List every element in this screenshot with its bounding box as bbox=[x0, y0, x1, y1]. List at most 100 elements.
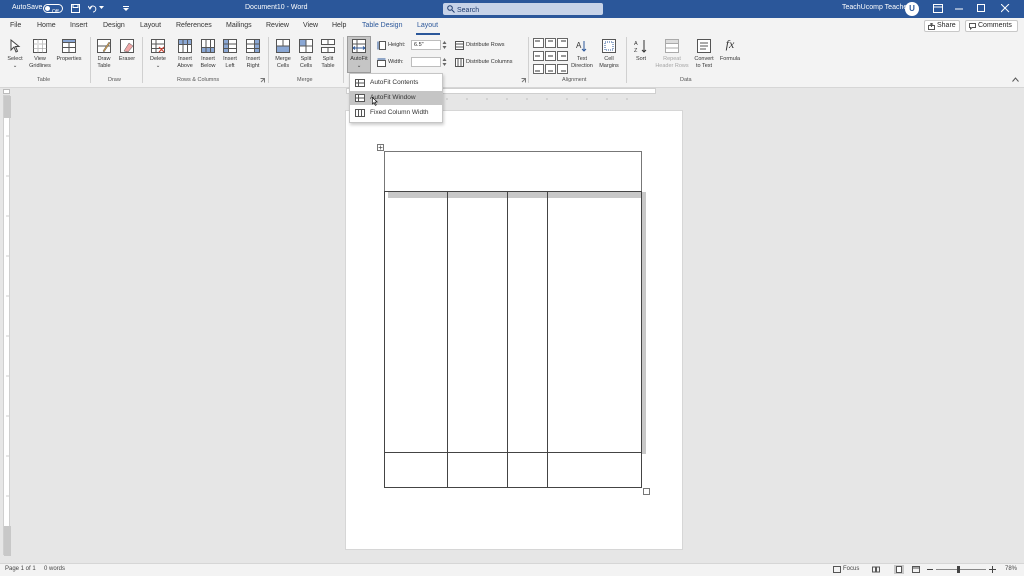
menu-item-fixed-column-width[interactable]: Fixed Column Width bbox=[350, 106, 442, 120]
undo-dropdown-icon[interactable] bbox=[99, 6, 104, 10]
text-direction-button[interactable]: Text Direction bbox=[568, 56, 596, 70]
split-cells-icon bbox=[299, 39, 313, 53]
insert-right-icon bbox=[246, 39, 260, 53]
convert-to-text-button[interactable]: Convert to Text bbox=[692, 56, 716, 70]
web-layout-icon[interactable] bbox=[912, 566, 920, 573]
distribute-columns-icon bbox=[455, 58, 464, 67]
autofit-contents-icon bbox=[355, 79, 365, 87]
insert-left-label-2: Left bbox=[225, 63, 235, 69]
group-rows-columns-label: Rows & Columns bbox=[177, 77, 220, 83]
table-resize-handle[interactable] bbox=[643, 488, 650, 495]
customize-qat-icon[interactable] bbox=[123, 6, 129, 11]
zoom-level[interactable]: 78% bbox=[1005, 566, 1017, 572]
draw-table-button[interactable]: Draw Table bbox=[93, 56, 115, 70]
menu-item-autofit-contents[interactable]: AutoFit Contents bbox=[350, 76, 442, 90]
comments-button[interactable]: Comments bbox=[965, 20, 1018, 32]
autosave-toggle[interactable]: Off bbox=[43, 4, 63, 15]
maximize-icon[interactable] bbox=[977, 4, 986, 13]
insert-left-button[interactable]: Insert Left bbox=[219, 56, 241, 70]
distribute-rows-button[interactable]: Distribute Rows bbox=[466, 42, 505, 49]
cell-margins-icon bbox=[602, 39, 616, 53]
repeat-header-label-1: Repeat bbox=[663, 56, 681, 62]
tab-table-layout[interactable]: Layout bbox=[417, 22, 438, 29]
table-row-bottom[interactable] bbox=[384, 452, 642, 488]
menu-item-label: Fixed Column Width bbox=[370, 109, 429, 116]
width-spinner-icon[interactable] bbox=[442, 57, 447, 67]
vertical-ruler[interactable] bbox=[3, 95, 11, 556]
zoom-out-icon[interactable] bbox=[927, 566, 933, 573]
close-icon[interactable] bbox=[1001, 4, 1010, 13]
tab-view[interactable]: View bbox=[303, 22, 318, 29]
tab-help[interactable]: Help bbox=[332, 22, 346, 29]
table-move-handle[interactable] bbox=[377, 144, 384, 151]
tab-table-design[interactable]: Table Design bbox=[362, 22, 402, 29]
table-row-body[interactable] bbox=[384, 191, 642, 453]
draw-table-label-1: Draw bbox=[97, 56, 111, 62]
menu-item-autofit-window[interactable]: AutoFit Window bbox=[350, 91, 442, 106]
dialog-launcher-icon[interactable] bbox=[260, 78, 265, 83]
read-mode-icon[interactable] bbox=[872, 566, 880, 573]
tab-selector[interactable] bbox=[3, 89, 10, 94]
height-spinner-icon[interactable] bbox=[442, 40, 447, 50]
tab-home[interactable]: Home bbox=[37, 22, 56, 29]
distribute-columns-button[interactable]: Distribute Columns bbox=[466, 59, 512, 66]
zoom-slider[interactable] bbox=[936, 569, 986, 570]
insert-below-icon bbox=[201, 39, 215, 53]
zoom-slider-thumb[interactable] bbox=[957, 566, 960, 573]
tab-layout[interactable]: Layout bbox=[140, 22, 161, 29]
select-dropdown-caret: ⌄ bbox=[12, 63, 18, 69]
comments-label: Comments bbox=[978, 22, 1012, 29]
svg-text:A: A bbox=[576, 41, 582, 50]
page-count[interactable]: Page 1 of 1 bbox=[5, 566, 36, 572]
properties-button[interactable]: Properties bbox=[54, 56, 84, 63]
zoom-in-icon[interactable] bbox=[989, 566, 996, 573]
status-bar: Page 1 of 1 0 words Focus 78% bbox=[0, 563, 1024, 576]
undo-icon[interactable] bbox=[88, 4, 98, 13]
sort-button[interactable]: Sort bbox=[630, 56, 652, 63]
ribbon-display-icon[interactable] bbox=[933, 4, 943, 13]
cell-margins-button[interactable]: Cell Margins bbox=[596, 56, 622, 70]
select-button[interactable]: Select ⌄ bbox=[4, 56, 26, 70]
tab-insert[interactable]: Insert bbox=[70, 22, 88, 29]
insert-below-button[interactable]: Insert Below bbox=[196, 56, 220, 70]
focus-button[interactable]: Focus bbox=[843, 566, 859, 572]
insert-above-button[interactable]: Insert Above bbox=[174, 56, 196, 70]
split-table-button[interactable]: Split Table bbox=[317, 56, 339, 70]
formula-button[interactable]: Formula bbox=[716, 56, 744, 63]
collapse-ribbon-icon[interactable] bbox=[1012, 77, 1019, 82]
delete-dropdown-caret: ⌄ bbox=[155, 63, 161, 69]
alignment-buttons-icon[interactable] bbox=[533, 38, 569, 74]
split-cells-button[interactable]: Split Cells bbox=[295, 56, 317, 70]
document-page[interactable] bbox=[345, 110, 683, 550]
print-layout-icon[interactable] bbox=[894, 565, 904, 574]
insert-right-button[interactable]: Insert Right bbox=[242, 56, 264, 70]
ribbon-tabs: File Home Insert Design Layout Reference… bbox=[0, 18, 1024, 35]
user-name[interactable]: TeachUcomp Teacher bbox=[842, 4, 910, 11]
group-divider bbox=[626, 37, 627, 83]
share-button[interactable]: Share bbox=[924, 20, 960, 32]
tab-references[interactable]: References bbox=[176, 22, 212, 29]
dialog-launcher-icon[interactable] bbox=[521, 78, 526, 83]
autofit-button[interactable]: AutoFit ⌄ bbox=[347, 36, 371, 73]
eraser-button[interactable]: Eraser bbox=[116, 56, 138, 63]
search-box[interactable]: Search bbox=[443, 3, 603, 15]
share-label: Share bbox=[937, 22, 956, 29]
save-icon[interactable] bbox=[71, 4, 80, 13]
width-input[interactable] bbox=[411, 57, 441, 67]
properties-icon bbox=[62, 39, 76, 53]
tab-file[interactable]: File bbox=[10, 22, 21, 29]
tab-review[interactable]: Review bbox=[266, 22, 289, 29]
repeat-header-rows-icon bbox=[665, 39, 679, 53]
height-input[interactable]: 6.5" bbox=[411, 40, 441, 50]
merge-cells-button[interactable]: Merge Cells bbox=[272, 56, 294, 70]
avatar[interactable]: U bbox=[905, 2, 919, 16]
tab-mailings[interactable]: Mailings bbox=[226, 22, 252, 29]
select-icon bbox=[10, 39, 21, 53]
document-table[interactable] bbox=[346, 111, 684, 551]
table-row-top[interactable] bbox=[384, 151, 642, 192]
tab-design[interactable]: Design bbox=[103, 22, 125, 29]
view-gridlines-button[interactable]: View Gridlines bbox=[26, 56, 54, 70]
minimize-icon[interactable] bbox=[955, 4, 964, 13]
word-count[interactable]: 0 words bbox=[44, 566, 65, 572]
delete-button[interactable]: Delete ⌄ bbox=[146, 56, 170, 70]
